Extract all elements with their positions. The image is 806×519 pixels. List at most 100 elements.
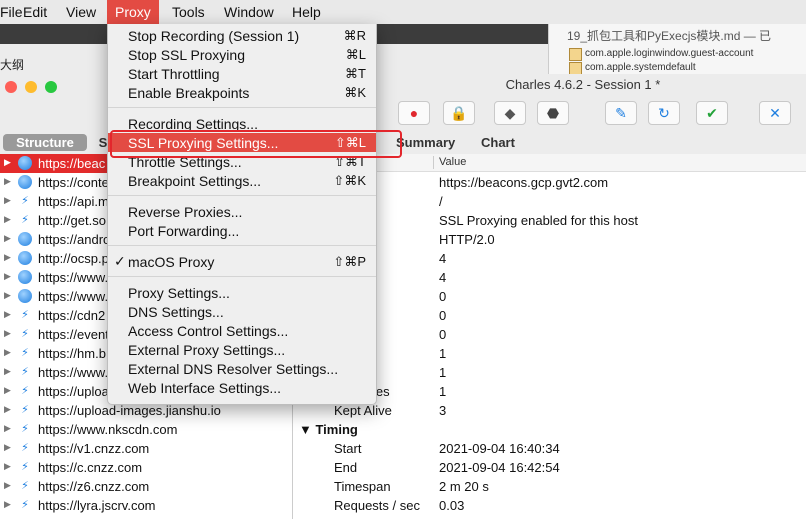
disclosure-triangle-icon[interactable]: ▶ (4, 480, 11, 491)
throttle-button[interactable]: ◆ (494, 101, 526, 125)
pen-icon: ✎ (615, 105, 627, 121)
host-row[interactable]: ▶ ⚡ https://lyra.jscrv.com (0, 496, 292, 515)
menu-window[interactable]: Window (224, 0, 274, 24)
menu-file[interactable]: File (0, 0, 23, 24)
menu-item[interactable]: Stop SSL Proxying ⌘L (108, 45, 376, 64)
note-title: 19_抓包工具和PyExecjs模块.md — 已 (567, 29, 772, 43)
host-url: https://www. (38, 365, 109, 380)
host-url: https://andro (38, 232, 111, 247)
host-url: https://lyra.jscrv.com (38, 498, 156, 513)
bolt-icon: ⚡ (21, 347, 29, 359)
tab-structure[interactable]: Structure (3, 134, 87, 151)
menu-item-label: Stop SSL Proxying (128, 47, 245, 63)
menu-item[interactable]: Reverse Proxies... (108, 202, 376, 221)
disclosure-triangle-icon[interactable]: ▶ (4, 366, 11, 377)
bolt-icon: ⚡ (21, 404, 29, 416)
bolt-icon: ⚡ (21, 195, 29, 207)
menu-item-label: Stop Recording (Session 1) (128, 28, 300, 44)
detail-value: 3 (439, 403, 447, 418)
host-url: http://get.so (38, 213, 106, 228)
validate-button[interactable]: ✔ (696, 101, 728, 125)
disclosure-triangle-icon[interactable]: ▶ (4, 347, 11, 358)
disclosure-triangle-icon[interactable]: ▶ (4, 423, 11, 434)
disclosure-triangle-icon[interactable]: ▶ (4, 290, 11, 301)
host-url: http://ocsp.p (38, 251, 109, 266)
settings-button[interactable]: ✕ (759, 101, 791, 125)
menu-item[interactable]: ✓ macOS Proxy ⇧⌘P (108, 252, 376, 271)
menu-edit[interactable]: Edit (23, 0, 47, 24)
tools-icon: ✕ (769, 105, 781, 121)
menu-help[interactable]: Help (292, 0, 321, 24)
disclosure-triangle-icon[interactable]: ▶ (4, 233, 11, 244)
record-button[interactable]: ● (398, 101, 430, 125)
disclosure-triangle-icon[interactable]: ▶ (4, 214, 11, 225)
host-row[interactable]: ▶ ⚡ https://c.cnzz.com (0, 458, 292, 477)
detail-key: Kept Alive (334, 403, 392, 418)
stop-icon: ⬣ (546, 105, 560, 121)
disclosure-triangle-icon[interactable]: ▶ (4, 157, 11, 168)
disclosure-triangle-icon[interactable]: ▶ (4, 461, 11, 472)
tab-summary[interactable]: Summary (396, 135, 455, 150)
menu-tools[interactable]: Tools (172, 0, 205, 24)
detail-value: https://beacons.gcp.gvt2.com (439, 175, 609, 190)
menu-view[interactable]: View (66, 0, 96, 24)
repeat-button[interactable]: ↻ (648, 101, 680, 125)
menu-item-label: Web Interface Settings... (128, 380, 282, 396)
disclosure-triangle-icon[interactable]: ▶ (4, 176, 11, 187)
menu-item-shortcut: ⌘R (343, 28, 366, 43)
menu-item[interactable]: Start Throttling ⌘T (108, 64, 376, 83)
disclosure-triangle-icon[interactable]: ▶ (4, 271, 11, 282)
host-row[interactable]: ▶ ⚡ https://www.nkscdn.com (0, 420, 292, 439)
menu-item[interactable]: External DNS Resolver Settings... (108, 359, 376, 378)
menu-item[interactable]: Stop Recording (Session 1) ⌘R (108, 26, 376, 45)
menu-item[interactable]: DNS Settings... (108, 302, 376, 321)
menu-item-label: Reverse Proxies... (128, 204, 243, 220)
turtle-icon: ◆ (504, 105, 516, 121)
detail-value: HTTP/2.0 (439, 232, 495, 247)
host-url: https://cdn2 (38, 308, 106, 323)
refresh-icon: ↻ (658, 105, 670, 121)
highlight-annotation (110, 130, 402, 158)
host-url: https://www. (38, 270, 109, 285)
menu-item-label: Access Control Settings... (128, 323, 289, 339)
menu-item[interactable]: External Proxy Settings... (108, 340, 376, 359)
detail-value: 1 (439, 384, 447, 399)
menu-item-label: Breakpoint Settings... (128, 173, 262, 189)
disclosure-triangle-icon[interactable]: ▶ (4, 442, 11, 453)
menu-item[interactable]: Port Forwarding... (108, 221, 376, 240)
detail-value: 2021-09-04 16:40:34 (439, 441, 560, 456)
tab-chart[interactable]: Chart (481, 135, 515, 150)
ssl-proxy-button[interactable]: 🔒 (443, 101, 475, 125)
detail-row: Start 2021-09-04 16:40:34 (293, 439, 806, 458)
breakpoint-button[interactable]: ⬣ (537, 101, 569, 125)
disclosure-triangle-icon[interactable]: ▶ (4, 499, 11, 510)
detail-value: 4 (439, 251, 447, 266)
disclosure-triangle-icon[interactable]: ▶ (4, 385, 11, 396)
menu-item-shortcut: ⌘L (345, 47, 366, 62)
section-title[interactable]: ▼ Timing (299, 422, 358, 437)
disclosure-triangle-icon[interactable]: ▶ (4, 404, 11, 415)
disclosure-triangle-icon[interactable]: ▶ (4, 328, 11, 339)
menu-item[interactable]: Proxy Settings... (108, 283, 376, 302)
menu-item[interactable]: Breakpoint Settings... ⇧⌘K (108, 171, 376, 190)
note-item: com.apple.systemdefault (585, 62, 696, 73)
detail-key: Requests / sec (334, 498, 420, 513)
disclosure-triangle-icon[interactable]: ▶ (4, 252, 11, 263)
menu-item[interactable]: Access Control Settings... (108, 321, 376, 340)
detail-row: Requests / sec 0.03 (293, 496, 806, 515)
detail-value: / (439, 194, 443, 209)
menu-item[interactable]: Enable Breakpoints ⌘K (108, 83, 376, 102)
menu-proxy[interactable]: Proxy (107, 0, 159, 24)
note-item: com.apple.loginwindow.guest-account (585, 48, 754, 59)
menu-item-shortcut: ⌘K (344, 85, 366, 100)
host-row[interactable]: ▶ ⚡ https://z6.cnzz.com (0, 477, 292, 496)
disclosure-triangle-icon[interactable]: ▶ (4, 309, 11, 320)
menu-item[interactable]: Web Interface Settings... (108, 378, 376, 397)
host-url: https://uploa (38, 384, 109, 399)
disclosure-triangle-icon[interactable]: ▶ (4, 195, 11, 206)
globe-icon (18, 175, 32, 189)
background-note-window: 19_抓包工具和PyExecjs模块.md — 已 com.apple.logi… (548, 24, 806, 78)
compose-button[interactable]: ✎ (605, 101, 637, 125)
host-row[interactable]: ▶ ⚡ https://v1.cnzz.com (0, 439, 292, 458)
globe-icon (18, 251, 32, 265)
